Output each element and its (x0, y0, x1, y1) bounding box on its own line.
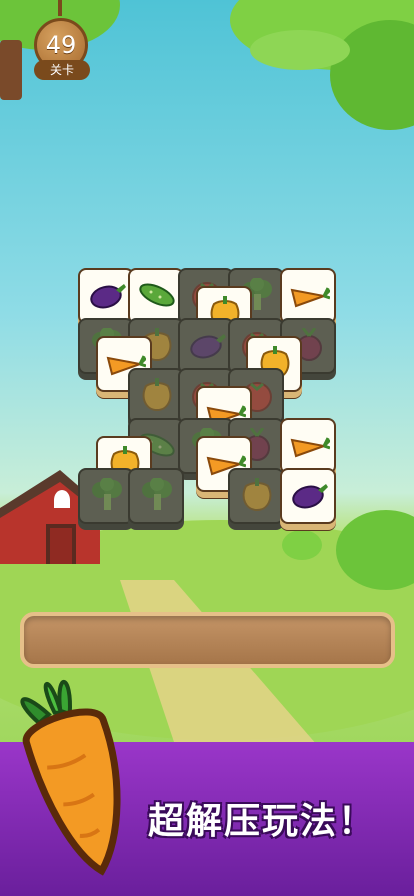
tile[interactable] (280, 418, 336, 474)
game-scene: 49 关卡 超解压玩法！ (0, 0, 414, 896)
carrot-icon (290, 287, 330, 308)
pepper-icon (142, 378, 172, 412)
eggplant-icon (190, 334, 226, 359)
level-badge: 49 关卡 (30, 0, 92, 80)
hanging-rope (58, 0, 62, 16)
tile (128, 368, 184, 424)
pepper-icon (242, 478, 272, 512)
tile (78, 468, 134, 524)
level-label: 关卡 (34, 60, 90, 80)
tree-foliage (250, 30, 350, 70)
tile[interactable] (280, 468, 336, 524)
broccoli-icon (92, 478, 122, 510)
broccoli-icon (142, 478, 172, 510)
tile (178, 318, 234, 374)
tile (128, 468, 184, 524)
tile[interactable] (128, 268, 184, 324)
carrot-mascot-icon (20, 679, 121, 876)
tile[interactable] (280, 268, 336, 324)
tile (228, 468, 284, 524)
eggplant-icon (292, 484, 328, 509)
bush (282, 530, 322, 560)
tile-tray (20, 612, 395, 668)
eggplant-icon (90, 284, 126, 309)
slogan-text: 超解压玩法！ (148, 801, 377, 842)
carrot-icon (290, 437, 330, 458)
cucumber-icon (139, 283, 175, 307)
tile[interactable] (78, 268, 134, 324)
tree-trunk (0, 40, 22, 100)
